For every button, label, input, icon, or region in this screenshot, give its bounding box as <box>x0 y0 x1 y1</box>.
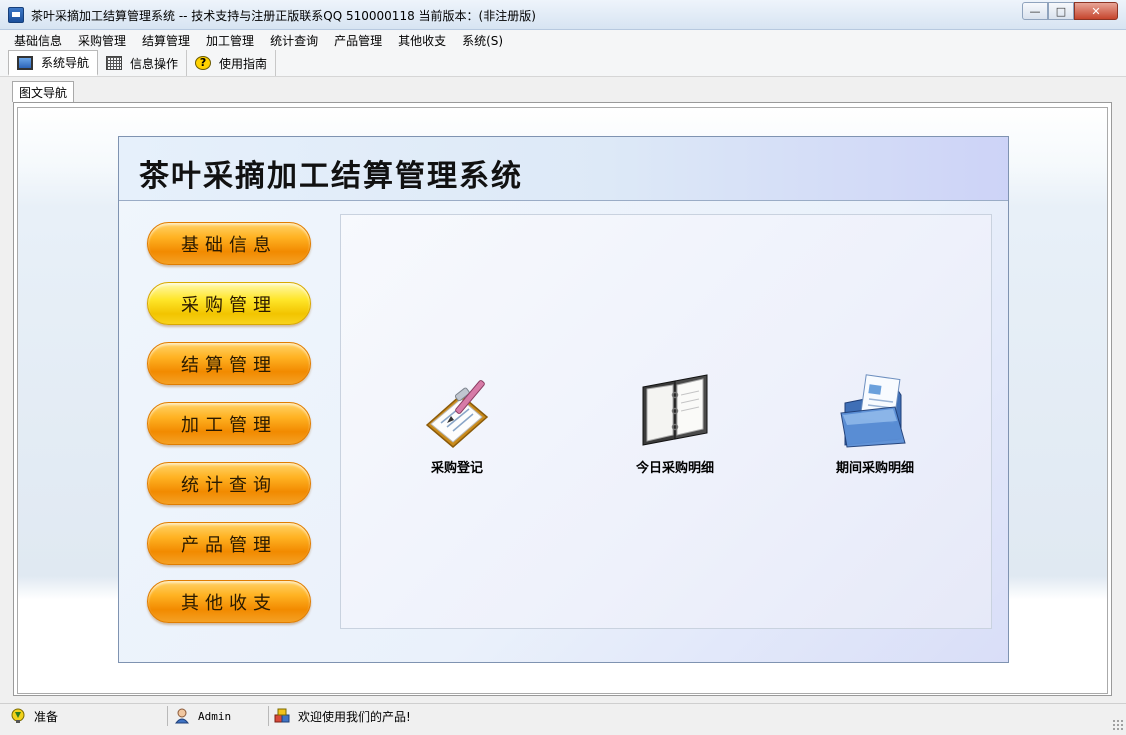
status-welcome: 欢迎使用我们的产品! <box>274 704 411 728</box>
tile-label: 采购登记 <box>430 461 483 476</box>
help-icon: ? <box>195 56 212 70</box>
close-button[interactable]: ✕ <box>1074 2 1118 20</box>
side-button-purchase[interactable]: 采购管理 <box>147 282 311 325</box>
status-user-name: Admin <box>198 709 232 723</box>
grid-icon <box>106 56 123 70</box>
menu-processing[interactable]: 加工管理 <box>198 30 262 49</box>
tile-today-purchase-detail[interactable]: 今日采购明细 <box>605 373 745 476</box>
window-controls: — □ ✕ <box>1022 2 1118 20</box>
tile-period-purchase-detail[interactable]: 期间采购明细 <box>805 373 945 476</box>
toolbar: 系统导航 信息操作 ? 使用指南 <box>0 49 1126 77</box>
product-boxes-icon <box>274 708 290 723</box>
tile-label: 期间采购明细 <box>835 461 914 476</box>
side-menu: 基础信息 采购管理 结算管理 加工管理 统计查询 产品管理 其他收支 <box>119 202 329 662</box>
tab-graphic-nav[interactable]: 图文导航 <box>12 81 75 102</box>
menu-basic-info[interactable]: 基础信息 <box>6 30 70 49</box>
tab-system-nav[interactable]: 系统导航 <box>8 50 99 76</box>
tile-purchase-register[interactable]: 采购登记 <box>387 373 527 476</box>
menu-purchase[interactable]: 采购管理 <box>70 30 134 49</box>
side-button-other-income[interactable]: 其他收支 <box>147 580 311 623</box>
menu-statistics[interactable]: 统计查询 <box>262 30 326 49</box>
menu-bar: 基础信息 采购管理 结算管理 加工管理 统计查询 产品管理 其他收支 系统(S) <box>0 30 1126 49</box>
resize-grip[interactable] <box>1112 719 1124 731</box>
status-divider <box>167 706 168 726</box>
side-button-products[interactable]: 产品管理 <box>147 522 311 565</box>
tab-label: 系统导航 <box>41 56 90 70</box>
maximize-button[interactable]: □ <box>1048 2 1074 20</box>
panel-title: 茶叶采摘加工结算管理系统 <box>139 159 523 194</box>
window-title: 茶叶采摘加工结算管理系统 -- 技术支持与注册正版联系QQ 510000118 … <box>31 9 536 23</box>
menu-other-income[interactable]: 其他收支 <box>390 30 454 49</box>
menu-products[interactable]: 产品管理 <box>326 30 390 49</box>
status-user: Admin <box>174 704 231 728</box>
status-welcome-text: 欢迎使用我们的产品! <box>298 709 411 724</box>
status-ready-text: 准备 <box>34 709 59 724</box>
app-icon <box>8 7 24 23</box>
user-icon <box>174 708 190 724</box>
workspace: 采购登记 今日采购明细 期间采购明细 <box>340 214 992 629</box>
side-button-processing[interactable]: 加工管理 <box>147 402 311 445</box>
notebook-icon <box>642 374 708 446</box>
document-tab-strip: 图文导航 <box>0 78 1126 102</box>
minimize-button[interactable]: — <box>1022 2 1048 20</box>
navigation-panel: 茶叶采摘加工结算管理系统 基础信息 采购管理 结算管理 加工管理 统计查询 产品… <box>118 136 1009 663</box>
monitor-icon <box>17 55 33 70</box>
tab-label: 使用指南 <box>219 56 268 71</box>
status-bar: 准备 Admin 欢迎使用我们的产品! <box>0 703 1126 735</box>
tile-label: 今日采购明细 <box>635 461 714 476</box>
clipboard-pen-icon <box>425 380 489 448</box>
tab-label: 信息操作 <box>130 56 179 71</box>
tab-info-ops[interactable]: 信息操作 <box>98 50 188 76</box>
ready-icon <box>11 708 25 723</box>
side-button-statistics[interactable]: 统计查询 <box>147 462 311 505</box>
document-folder-icon <box>840 374 906 448</box>
tab-user-guide[interactable]: ? 使用指南 <box>187 50 277 76</box>
menu-settlement[interactable]: 结算管理 <box>134 30 198 49</box>
status-ready: 准备 <box>10 704 58 728</box>
title-bar: 茶叶采摘加工结算管理系统 -- 技术支持与注册正版联系QQ 510000118 … <box>0 0 1126 30</box>
panel-header: 茶叶采摘加工结算管理系统 <box>119 137 1008 201</box>
side-button-settlement[interactable]: 结算管理 <box>147 342 311 385</box>
side-button-basic-info[interactable]: 基础信息 <box>147 222 311 265</box>
status-divider <box>268 706 269 726</box>
menu-system[interactable]: 系统(S) <box>454 30 511 49</box>
